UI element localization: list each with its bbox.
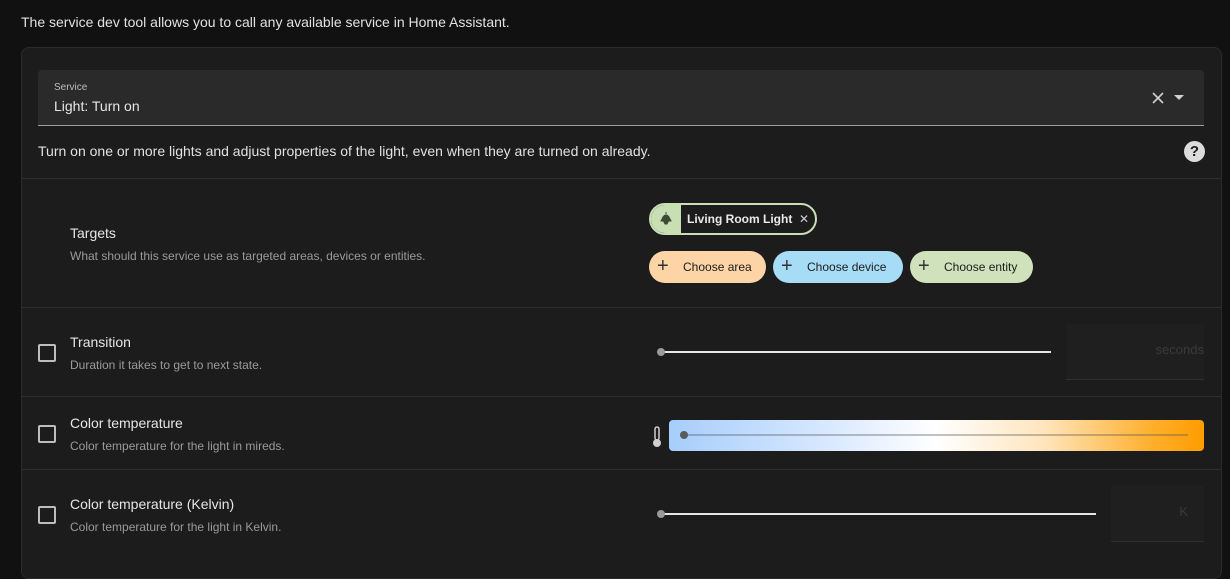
targets-description: What should this service use as targeted… — [70, 249, 426, 263]
transition-input[interactable]: seconds — [1066, 324, 1204, 380]
color-temp-kelvin-slider-handle[interactable] — [657, 510, 665, 518]
remove-entity-icon[interactable]: ✕ — [799, 213, 809, 225]
choose-device-label: Choose device — [807, 260, 887, 274]
color-temp-kelvin-unit: K — [1179, 504, 1188, 519]
transition-description: Duration it takes to get to next state. — [70, 358, 263, 372]
color-temp-kelvin-row: Color temperature (Kelvin) Color tempera… — [22, 469, 1221, 558]
color-temp-checkbox[interactable] — [38, 425, 56, 443]
choose-area-button[interactable]: + Choose area — [649, 251, 766, 283]
color-temp-description: Color temperature for the light in mired… — [70, 439, 285, 453]
choose-area-label: Choose area — [683, 260, 752, 274]
color-temp-kelvin-title: Color temperature (Kelvin) — [70, 496, 235, 512]
color-temp-title: Color temperature — [70, 415, 183, 431]
targets-title: Targets — [70, 225, 116, 241]
help-circle-icon[interactable]: ? — [1184, 141, 1205, 162]
color-temp-row: Color temperature Color temperature for … — [22, 396, 1221, 469]
thermometer-icon — [653, 426, 661, 447]
transition-slider-handle[interactable] — [657, 348, 665, 356]
service-description: Turn on one or more lights and adjust pr… — [38, 143, 651, 159]
plus-icon: + — [781, 255, 793, 277]
intro-text: The service dev tool allows you to call … — [21, 14, 510, 30]
close-icon[interactable] — [1150, 90, 1166, 106]
lightbulb-icon — [651, 205, 681, 233]
service-card: Service Light: Turn on Turn on one or mo… — [21, 47, 1222, 579]
color-temp-kelvin-input[interactable]: K — [1111, 486, 1204, 542]
choose-device-button[interactable]: + Choose device — [773, 251, 903, 283]
selected-entity-chip[interactable]: Living Room Light ✕ — [649, 203, 817, 235]
menu-down-icon[interactable] — [1174, 94, 1184, 102]
choose-entity-button[interactable]: + Choose entity — [910, 251, 1033, 283]
targets-row: Targets What should this service use as … — [22, 178, 1221, 307]
transition-row: Transition Duration it takes to get to n… — [22, 307, 1221, 396]
service-picker-label: Service — [54, 82, 88, 93]
service-picker-value[interactable]: Light: Turn on — [54, 98, 140, 114]
plus-icon: + — [657, 255, 669, 277]
color-temp-kelvin-description: Color temperature for the light in Kelvi… — [70, 520, 282, 534]
color-temp-kelvin-checkbox[interactable] — [38, 506, 56, 524]
choose-entity-label: Choose entity — [944, 260, 1018, 274]
color-temp-slider-handle[interactable] — [680, 431, 688, 439]
selected-entity-name: Living Room Light — [687, 212, 793, 226]
service-picker[interactable]: Service Light: Turn on — [38, 70, 1204, 126]
color-temp-kelvin-slider[interactable] — [664, 513, 1096, 515]
transition-unit: seconds — [1155, 342, 1204, 357]
plus-icon: + — [918, 255, 930, 277]
color-temp-slider[interactable] — [669, 420, 1204, 451]
transition-title: Transition — [70, 334, 131, 350]
transition-slider[interactable] — [664, 351, 1051, 353]
transition-checkbox[interactable] — [38, 344, 56, 362]
